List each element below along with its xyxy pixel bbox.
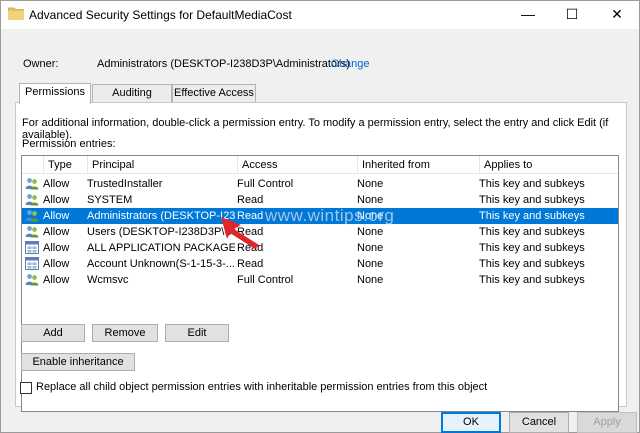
permission-entry-row[interactable]: Allow Wcmsvc Full Control None This key and … [22, 272, 618, 288]
entry-applies-to: This key and subkeys [479, 178, 585, 190]
header-type[interactable]: Type [43, 156, 87, 174]
permission-entry-row[interactable]: Allow TrustedInstaller Full Control None Thi… [22, 176, 618, 192]
package-icon [25, 256, 41, 272]
entry-principal: Wcmsvc [87, 274, 129, 286]
list-header: Type Principal Access Inherited from App… [22, 156, 618, 174]
remove-button[interactable]: Remove [92, 324, 158, 342]
header-inherited-from[interactable]: Inherited from [357, 156, 479, 174]
entry-inherited-from: None [357, 274, 384, 286]
tab-effective-access[interactable]: Effective Access [172, 84, 256, 103]
tab-auditing[interactable]: Auditing [92, 84, 172, 103]
entry-principal: Account Unknown(S-1-15-3-... [87, 258, 235, 270]
title-bar[interactable]: Advanced Security Settings for DefaultMe… [1, 1, 639, 29]
entry-inherited-from: None [357, 242, 384, 254]
header-access[interactable]: Access [237, 156, 357, 174]
users-icon [25, 208, 41, 224]
entry-access: Read [237, 258, 264, 270]
owner-value: Administrators (DESKTOP-I238D3P\Administ… [97, 58, 350, 70]
entry-inherited-from: None [357, 226, 384, 238]
entry-type: Allow [43, 242, 70, 254]
close-button[interactable]: ✕ [595, 1, 639, 29]
entry-applies-to: This key and subkeys [479, 210, 585, 222]
entry-type: Allow [43, 178, 70, 190]
entry-principal: ALL APPLICATION PACKAGES [87, 242, 235, 254]
users-icon [25, 224, 41, 240]
entry-applies-to: This key and subkeys [479, 242, 585, 254]
ok-button[interactable]: OK [441, 412, 501, 433]
entry-type: Allow [43, 258, 70, 270]
header-icon-column[interactable] [22, 156, 43, 174]
add-button[interactable]: Add [21, 324, 85, 342]
users-icon [25, 272, 41, 288]
window-title: Advanced Security Settings for DefaultMe… [29, 8, 292, 22]
users-icon [25, 192, 41, 208]
entry-applies-to: This key and subkeys [479, 258, 585, 270]
tab-permissions[interactable]: Permissions [19, 83, 91, 104]
entry-principal: TrustedInstaller [87, 178, 163, 190]
permission-entries-list[interactable]: Type Principal Access Inherited from App… [21, 155, 619, 412]
header-principal[interactable]: Principal [87, 156, 237, 174]
owner-label: Owner: [23, 58, 59, 70]
minimize-button[interactable]: — [506, 1, 550, 29]
entry-access: Full Control [237, 178, 294, 190]
permission-entry-row[interactable]: Allow ALL APPLICATION PACKAGES Read None Thi… [22, 240, 618, 256]
advanced-security-settings-window: Advanced Security Settings for DefaultMe… [0, 0, 640, 433]
entry-applies-to: This key and subkeys [479, 226, 585, 238]
maximize-button[interactable]: ☐ [550, 1, 594, 29]
header-applies-to[interactable]: Applies to [479, 156, 618, 174]
edit-button[interactable]: Edit [165, 324, 229, 342]
entry-access: Full Control [237, 274, 294, 286]
entry-inherited-from: None [357, 178, 384, 190]
replace-child-permissions-checkbox[interactable] [20, 382, 32, 394]
entry-type: Allow [43, 274, 70, 286]
entry-principal: Administrators (DESKTOP-I23... [87, 210, 235, 222]
entry-type: Allow [43, 226, 70, 238]
watermark-text: www.wintips.org [265, 206, 395, 225]
annotation-arrow-icon [221, 217, 259, 249]
entry-principal: SYSTEM [87, 194, 133, 206]
entry-type: Allow [43, 210, 70, 222]
permission-entries-label: Permission entries: [22, 138, 116, 150]
entry-type: Allow [43, 194, 70, 206]
apply-button[interactable]: Apply [577, 412, 637, 433]
entry-principal: Users (DESKTOP-I238D3P\Use [87, 226, 235, 238]
users-icon [25, 176, 41, 192]
cancel-button[interactable]: Cancel [509, 412, 569, 433]
enable-inheritance-button[interactable]: Enable inheritance [21, 353, 135, 371]
entry-applies-to: This key and subkeys [479, 194, 585, 206]
folder-icon [8, 7, 24, 20]
permission-entry-row[interactable]: Allow Users (DESKTOP-I238D3P\Use Read None T… [22, 224, 618, 240]
permission-entry-row[interactable]: Allow Account Unknown(S-1-15-3-... Read Non… [22, 256, 618, 272]
package-icon [25, 240, 41, 256]
entry-applies-to: This key and subkeys [479, 274, 585, 286]
replace-child-permissions-label: Replace all child object permission entr… [36, 381, 488, 393]
entry-inherited-from: None [357, 258, 384, 270]
change-owner-link[interactable]: Change [331, 58, 370, 70]
